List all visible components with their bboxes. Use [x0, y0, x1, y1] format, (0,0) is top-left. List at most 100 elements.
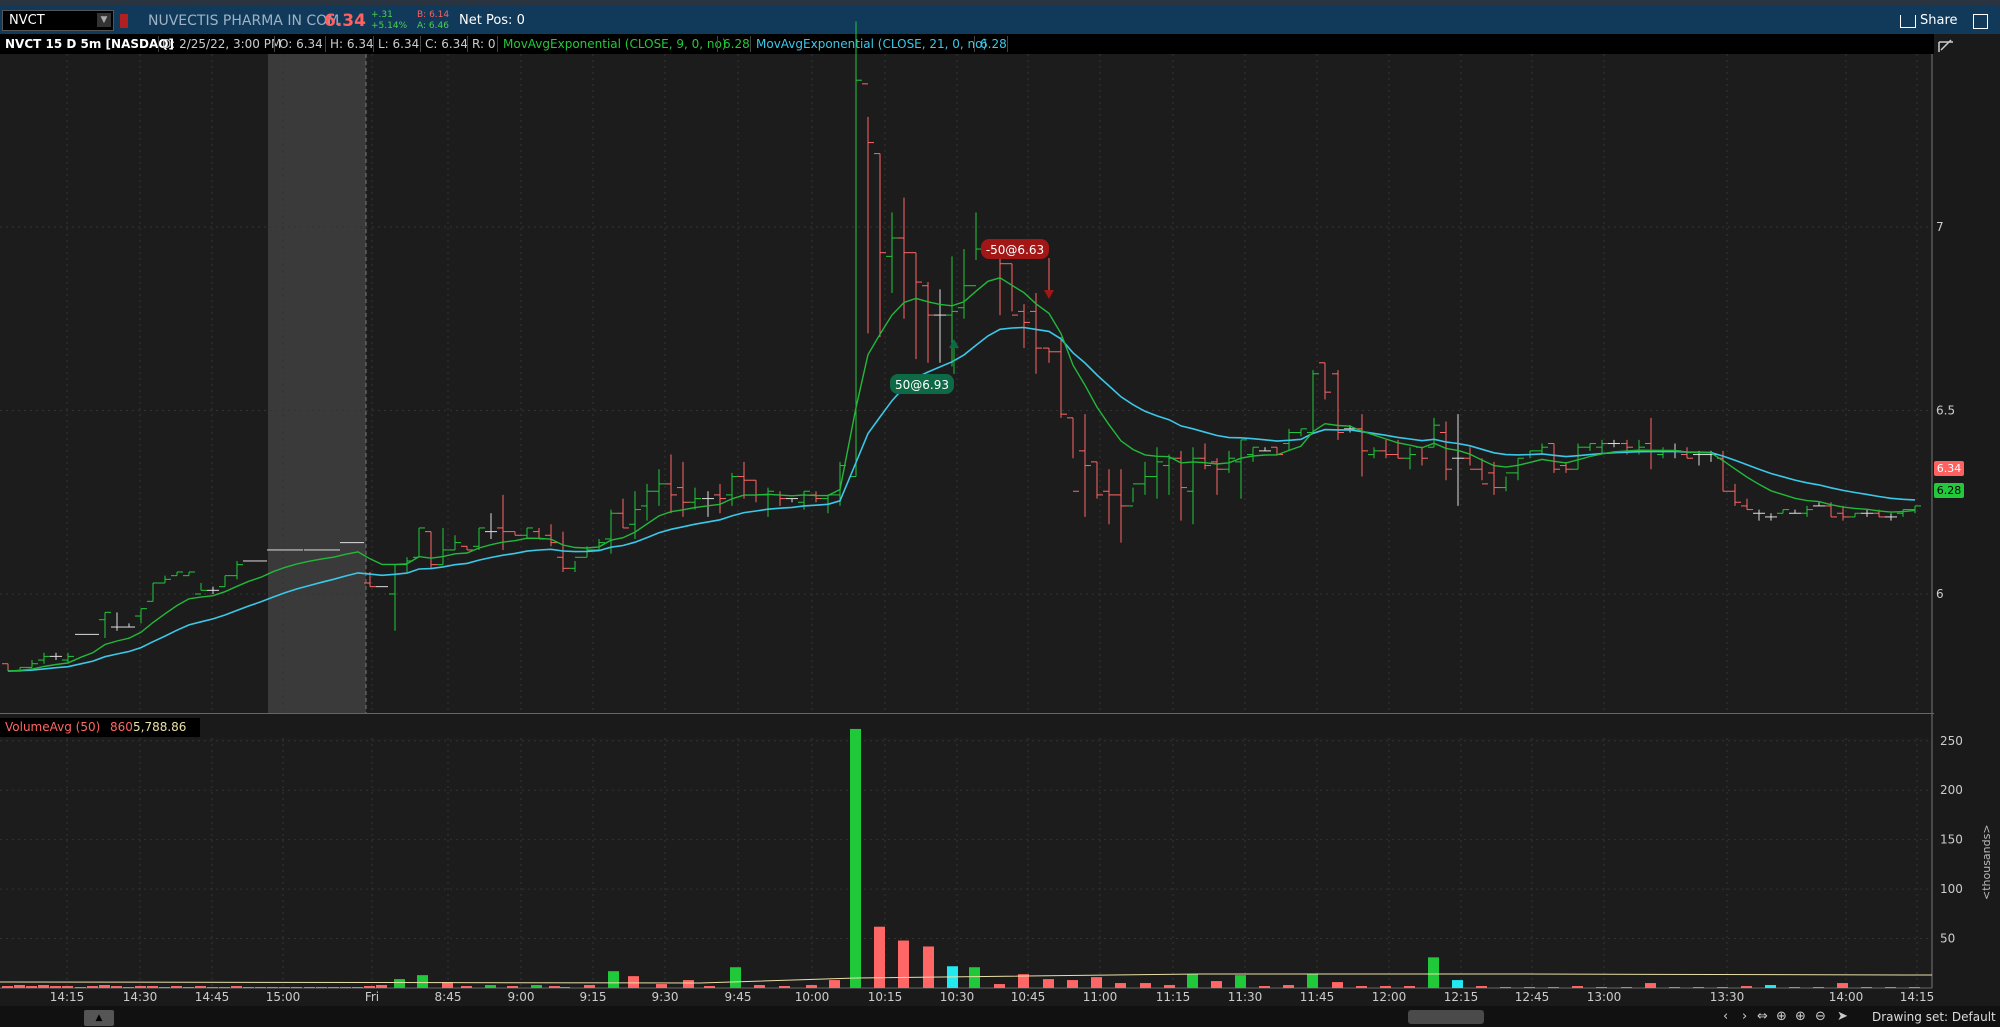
volume-bar	[87, 986, 98, 988]
expand-panel-button[interactable]: ▲	[84, 1010, 114, 1026]
volume-bar	[255, 987, 266, 989]
volume-bar	[1115, 983, 1126, 988]
volume-average: 5,788.86	[133, 720, 187, 734]
volume-bar	[123, 987, 134, 989]
time-tick-label: 9:00	[508, 990, 535, 1004]
volume-bar	[352, 987, 363, 989]
volume-bar	[683, 980, 694, 988]
volume-bar	[1164, 985, 1175, 988]
volume-bar	[394, 979, 405, 988]
volume-bar	[316, 987, 327, 989]
time-tick-label: 10:30	[940, 990, 975, 1004]
volume-bar	[850, 728, 861, 988]
volume-tick-label: 50	[1940, 932, 1955, 946]
volume-header: VolumeAvg (50) 860 5,788.86	[0, 718, 200, 737]
time-tick-label: 15:00	[266, 990, 301, 1004]
volume-bar	[779, 986, 790, 988]
pan-icon[interactable]: ⇔	[1757, 1009, 1768, 1024]
volume-bar	[1741, 986, 1752, 988]
volume-bar	[291, 987, 302, 989]
time-tick-label: 13:00	[1587, 990, 1622, 1004]
volume-bar	[559, 987, 570, 989]
time-tick-label: 9:15	[580, 990, 607, 1004]
time-tick-label: 12:00	[1372, 990, 1407, 1004]
volume-bar	[1043, 979, 1054, 988]
time-scrollbar[interactable]	[1408, 1010, 1484, 1024]
volume-bar	[1452, 980, 1463, 988]
volume-bar	[1307, 974, 1318, 988]
volume-bar	[14, 985, 25, 988]
volume-bar	[231, 986, 242, 988]
time-tick-label: 14:30	[123, 990, 158, 1004]
volume-bar	[1813, 987, 1824, 989]
volume-bar	[1885, 987, 1896, 989]
drawing-set-label: Drawing set: Default	[1872, 1010, 1996, 1024]
crosshair-icon[interactable]: ⊕	[1776, 1009, 1787, 1024]
volume-bar	[923, 946, 934, 988]
time-tick-label: 10:45	[1011, 990, 1046, 1004]
volume-bar	[1572, 986, 1583, 988]
cursor-icon[interactable]: ➤	[1837, 1009, 1848, 1024]
time-tick-label: 13:30	[1710, 990, 1745, 1004]
time-tick-label: 11:45	[1300, 990, 1335, 1004]
volume-bar	[584, 985, 595, 988]
panel-divider[interactable]	[0, 713, 1934, 714]
buy-trade-label: 50@6.93	[895, 378, 949, 392]
sell-trade-label: -50@6.63	[986, 243, 1044, 257]
volume-bar	[1283, 985, 1294, 988]
volume-bar	[111, 986, 122, 988]
volume-bar	[485, 985, 496, 988]
volume-bar	[1645, 983, 1656, 988]
volume-bar	[1067, 980, 1078, 988]
volume-bar	[75, 987, 86, 989]
volume-bar	[219, 987, 230, 989]
volume-bar	[38, 985, 49, 988]
zoom-out-icon[interactable]: ⊖	[1815, 1009, 1826, 1024]
zoom-in-icon[interactable]: ⊕	[1795, 1009, 1806, 1024]
scroll-left-icon[interactable]: ‹	[1723, 1009, 1728, 1024]
volume-unit-label: <thousands>	[1980, 824, 1993, 900]
volume-bar	[898, 940, 909, 988]
time-tick-label: 14:15	[50, 990, 85, 1004]
time-tick-label: 10:15	[868, 990, 903, 1004]
volume-bar	[704, 986, 715, 988]
volume-bar	[507, 986, 518, 988]
volume-bar	[135, 986, 146, 988]
volume-bar	[1356, 986, 1367, 988]
price-tick-label: 7	[1936, 220, 1944, 234]
volume-bar	[461, 986, 472, 988]
volume-bar	[1837, 983, 1848, 988]
volume-tick-label: 200	[1940, 783, 1963, 797]
volume-study-label: VolumeAvg (50)	[5, 720, 101, 734]
price-volume-chart[interactable]: 7 6.5 6 250 200 150 100 50 14:15 14:30 14:45 15:00 F…	[0, 0, 2000, 1006]
volume-bar	[1693, 987, 1704, 989]
time-tick-label: 14:15	[1900, 990, 1935, 1004]
volume-value: 860	[110, 720, 133, 734]
volume-bar	[1428, 957, 1439, 988]
volume-bar	[1717, 987, 1728, 989]
time-tick-label: 11:00	[1083, 990, 1118, 1004]
volume-bar	[1789, 987, 1800, 989]
volume-bar	[159, 987, 170, 989]
scroll-right-icon[interactable]: ›	[1742, 1009, 1747, 1024]
volume-bar	[730, 967, 741, 988]
volume-bar	[969, 967, 980, 988]
price-tick-label: 6.5	[1936, 404, 1955, 418]
volume-bar	[1380, 986, 1391, 988]
time-tick-label: 9:45	[725, 990, 752, 1004]
volume-bar	[1548, 987, 1559, 989]
ema-price-tag-label: 6.28	[1937, 484, 1962, 497]
volume-bar	[549, 986, 560, 988]
volume-bar	[1765, 985, 1776, 988]
volume-bar	[1091, 977, 1102, 988]
time-tick-label: 11:15	[1156, 990, 1191, 1004]
volume-bar	[1404, 986, 1415, 988]
after-hours-shading	[268, 54, 366, 713]
volume-bar	[1500, 987, 1511, 989]
time-tick-label: 14:00	[1829, 990, 1864, 1004]
volume-bar	[267, 987, 278, 989]
volume-bar	[1332, 982, 1343, 988]
volume-bar	[806, 985, 817, 988]
volume-bar	[62, 986, 73, 988]
volume-bar	[1140, 983, 1151, 988]
